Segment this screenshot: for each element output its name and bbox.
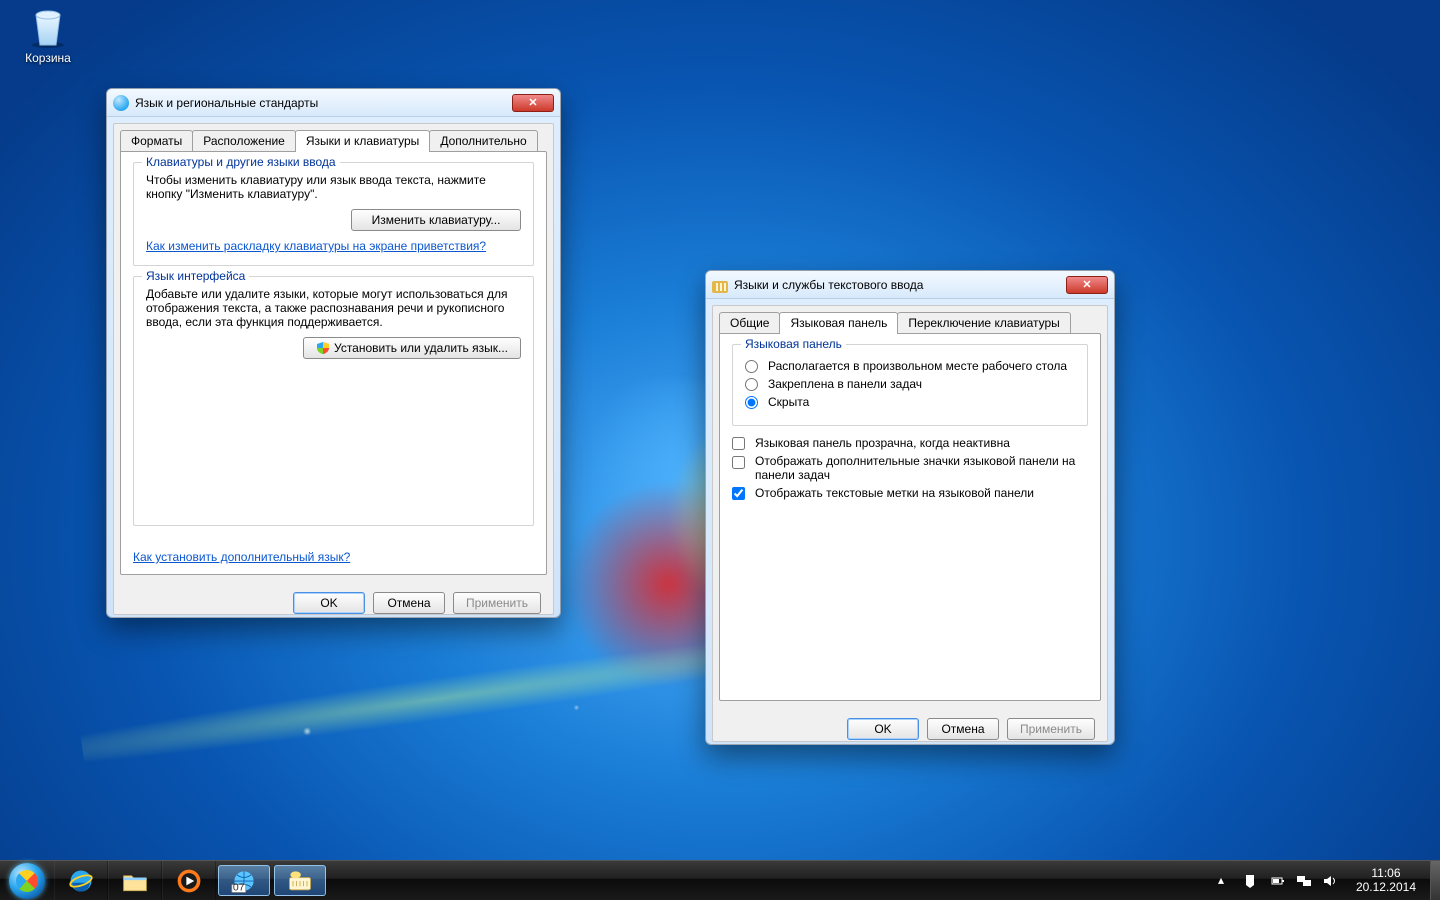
cancel-button[interactable]: Отмена [373,592,445,614]
tray-clock-time: 11:06 [1356,867,1416,881]
ok-button[interactable]: OK [293,592,365,614]
tab-formats[interactable]: Форматы [120,130,193,152]
internet-explorer-icon [67,867,95,895]
tray-clock-date: 20.12.2014 [1356,881,1416,895]
link-how-install-language[interactable]: Как установить дополнительный язык? [133,550,350,564]
apply-button[interactable]: Применить [453,592,541,614]
svg-text:07: 07 [233,881,245,893]
window-region-language[interactable]: Язык и региональные стандарты ✕ Форматы … [106,88,561,618]
window-title: Язык и региональные стандарты [135,96,512,110]
taskbar[interactable]: 07 ▴ 11:06 20.12.2014 [0,860,1440,900]
desktop-icon-recycle-bin[interactable]: Корзина [12,5,84,65]
titlebar-region-language[interactable]: Язык и региональные стандарты ✕ [107,89,560,117]
taskbar-pin-ie[interactable] [54,861,108,900]
tab-general[interactable]: Общие [719,312,780,334]
apply-button[interactable]: Применить [1007,718,1095,740]
checkbox-text-labels-label: Отображать текстовые метки на языковой п… [755,486,1034,500]
radio-docked[interactable]: Закреплена в панели задач [745,377,1075,391]
tab-strip: Форматы Расположение Языки и клавиатуры … [114,124,553,152]
dialog-footer: OK Отмена Применить [713,708,1107,745]
checkbox-text-labels[interactable]: Отображать текстовые метки на языковой п… [732,486,1088,500]
checkbox-extra-icons-label: Отображать дополнительные значки языково… [755,454,1088,482]
tab-keyboards[interactable]: Языки и клавиатуры [295,130,430,152]
radio-floating-label: Располагается в произвольном месте рабоч… [768,359,1067,373]
dialog-footer: OK Отмена Применить [114,582,553,618]
group-keyboards-text: Чтобы изменить клавиатуру или язык ввода… [146,173,521,201]
start-button[interactable] [0,861,54,900]
checkbox-transparent[interactable]: Языковая панель прозрачна, когда неактив… [732,436,1088,450]
group-display-language: Язык интерфейса Добавьте или удалите язы… [133,276,534,526]
close-button[interactable]: ✕ [512,94,554,112]
close-button[interactable]: ✕ [1066,276,1108,294]
tab-location[interactable]: Расположение [192,130,296,152]
tray-network-icon[interactable] [1296,873,1312,889]
checkbox-extra-icons-input[interactable] [732,456,745,469]
radio-docked-input[interactable] [745,378,758,391]
window-title: Языки и службы текстового ввода [734,278,1066,292]
titlebar-text-services[interactable]: Языки и службы текстового ввода ✕ [706,271,1114,299]
install-uninstall-language-label: Установить или удалить язык... [334,341,508,355]
ok-button[interactable]: OK [847,718,919,740]
recycle-bin-icon [25,5,71,49]
radio-floating-input[interactable] [745,360,758,373]
group-keyboards-legend: Клавиатуры и другие языки ввода [142,155,340,169]
region-language-icon [113,95,129,111]
show-desktop-button[interactable] [1430,861,1440,900]
tray-show-hidden-icon[interactable]: ▴ [1218,873,1234,889]
tray-power-icon[interactable] [1270,873,1286,889]
taskbar-running-region-language[interactable]: 07 [218,865,270,896]
tray-action-center-icon[interactable] [1244,873,1260,889]
region-language-icon: 07 [230,867,258,895]
install-uninstall-language-button[interactable]: Установить или удалить язык... [303,337,521,359]
system-tray[interactable]: ▴ 11:06 20.12.2014 [1212,861,1430,900]
radio-hidden-label: Скрыта [768,395,809,409]
tab-strip: Общие Языковая панель Переключение клави… [713,306,1107,334]
tab-advanced[interactable]: Дополнительно [429,130,537,152]
keyboard-app-icon [286,867,314,895]
checkbox-text-labels-input[interactable] [732,487,745,500]
checkbox-transparent-label: Языковая панель прозрачна, когда неактив… [755,436,1010,450]
taskbar-pin-explorer[interactable] [108,861,162,900]
folder-icon [121,867,149,895]
window-text-services[interactable]: Языки и службы текстового ввода ✕ Общие … [705,270,1115,745]
group-keyboards: Клавиатуры и другие языки ввода Чтобы из… [133,162,534,266]
group-language-bar-legend: Языковая панель [741,337,846,351]
tab-key-switching[interactable]: Переключение клавиатуры [897,312,1070,334]
checkbox-extra-icons[interactable]: Отображать дополнительные значки языково… [732,454,1088,482]
keyboard-icon [712,277,728,293]
group-display-language-legend: Язык интерфейса [142,269,249,283]
taskbar-running-text-services[interactable] [274,865,326,896]
radio-floating[interactable]: Располагается в произвольном месте рабоч… [745,359,1075,373]
desktop-icon-label: Корзина [12,51,84,65]
cancel-button[interactable]: Отмена [927,718,999,740]
change-keyboard-button[interactable]: Изменить клавиатуру... [351,209,521,231]
radio-hidden[interactable]: Скрыта [745,395,1075,409]
link-welcome-screen-layout[interactable]: Как изменить раскладку клавиатуры на экр… [146,239,486,253]
uac-shield-icon [316,341,330,355]
group-display-language-text: Добавьте или удалите языки, которые могу… [146,287,521,329]
start-orb-icon [9,863,45,899]
tray-clock[interactable]: 11:06 20.12.2014 [1348,867,1424,895]
radio-hidden-input[interactable] [745,396,758,409]
group-language-bar: Языковая панель Располагается в произвол… [732,344,1088,426]
taskbar-pin-media-player[interactable] [162,861,216,900]
checkbox-transparent-input[interactable] [732,437,745,450]
tab-language-bar[interactable]: Языковая панель [779,312,898,334]
radio-docked-label: Закреплена в панели задач [768,377,922,391]
media-player-icon [175,867,203,895]
tray-volume-icon[interactable] [1322,873,1338,889]
